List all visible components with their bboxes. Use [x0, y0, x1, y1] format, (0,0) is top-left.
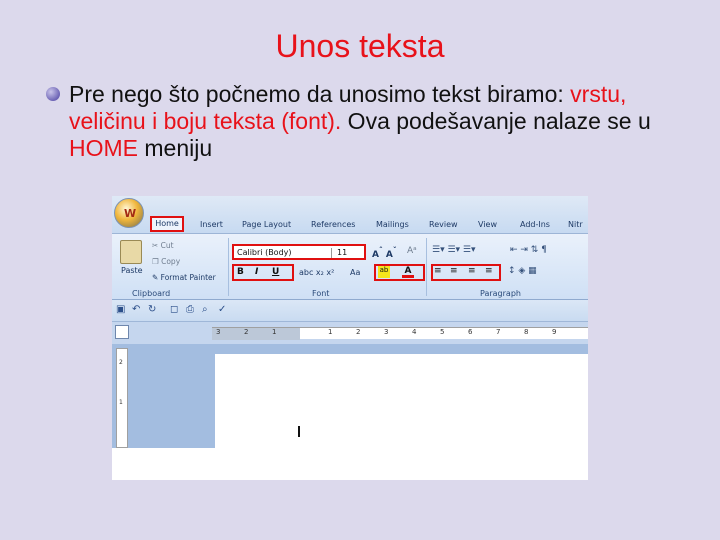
ruler-number: 1	[272, 328, 277, 336]
tab-add-ins[interactable]: Add-Ins	[520, 220, 550, 229]
bullet-part2: Ova podešavanje nalaze se u	[341, 108, 651, 134]
tab-mailings[interactable]: Mailings	[376, 220, 409, 229]
tab-view[interactable]: View	[478, 220, 497, 229]
bullet-highlight-home: HOME	[69, 135, 138, 161]
scissors-icon: ✂	[152, 241, 161, 250]
font-selector-box: Calibri (Body) 11	[232, 244, 366, 260]
clear-format-icon[interactable]: Aᵃ	[407, 246, 417, 256]
vruler-number: 1	[119, 399, 123, 406]
underline-button[interactable]: U	[272, 267, 279, 277]
bullet-text: Pre nego što počnemo da unosimo tekst bi…	[69, 81, 696, 162]
ruler-number: 6	[468, 328, 473, 336]
align-center-icon[interactable]: ≡	[450, 266, 458, 276]
copy-icon: ❐	[152, 257, 162, 266]
grow-font-icon[interactable]: Aˆ Aˇ	[372, 246, 397, 260]
ruler-number: 9	[552, 328, 557, 336]
tab-review[interactable]: Review	[429, 220, 458, 229]
align-left-icon[interactable]: ≡	[434, 266, 442, 276]
separator	[228, 238, 229, 296]
justify-icon[interactable]: ≡	[485, 266, 493, 276]
redo-icon[interactable]: ↻	[148, 304, 156, 315]
new-icon[interactable]: ◻	[170, 304, 178, 315]
text-cursor	[298, 426, 300, 437]
ruler-row: 3 2 1 1 2 3 4 5 6 7 8 9	[112, 322, 588, 344]
paste-icon[interactable]	[120, 240, 142, 264]
italic-button[interactable]: I	[255, 267, 258, 277]
ribbon-tab-bar: W Home Insert Page Layout References Mai…	[112, 196, 588, 234]
vruler-number: 2	[119, 359, 123, 366]
word-screenshot: W Home Insert Page Layout References Mai…	[112, 196, 588, 480]
font-name-dropdown[interactable]: Calibri (Body)	[236, 248, 332, 258]
slide-title: Unos teksta	[275, 28, 445, 64]
bullet-paragraph: Pre nego što počnemo da unosimo tekst bi…	[46, 81, 696, 162]
ruler-number: 3	[384, 328, 389, 336]
ruler-number: 7	[496, 328, 501, 336]
ruler-number: 1	[328, 328, 333, 336]
bullet-part1: Pre nego što počnemo da unosimo tekst bi…	[69, 81, 571, 107]
separator	[426, 238, 427, 296]
office-button[interactable]: W	[114, 198, 144, 228]
copy-button[interactable]: ❐ Copy	[152, 257, 180, 266]
print-icon[interactable]: ⎙	[186, 304, 194, 315]
font-color-icon[interactable]: A	[402, 266, 414, 278]
paste-button-label[interactable]: Paste	[121, 266, 143, 275]
ruler-number: 5	[440, 328, 445, 336]
change-case-icon[interactable]: Aa	[350, 268, 360, 277]
tab-home[interactable]: Home	[150, 216, 184, 232]
brush-icon: ✎	[152, 273, 161, 282]
document-page[interactable]	[215, 354, 588, 480]
tab-nitro[interactable]: Nitr	[568, 220, 583, 229]
bullet-part3: meniju	[138, 135, 213, 161]
cut-button[interactable]: ✂ Cut	[152, 241, 174, 250]
indent-icons[interactable]: ⇤ ⇥ ⇅ ¶	[510, 245, 547, 255]
line-spacing-shading-icons[interactable]: ↕ ◈ ▦	[508, 266, 537, 276]
format-painter-button[interactable]: ✎ Format Painter	[152, 273, 216, 282]
ruler-number: 2	[356, 328, 361, 336]
bullet-dot-icon	[46, 87, 60, 101]
office-logo-icon: W	[124, 207, 137, 220]
undo-icon[interactable]: ↶	[132, 304, 140, 315]
tab-page-layout[interactable]: Page Layout	[242, 220, 291, 229]
tab-selector-button[interactable]	[115, 325, 129, 339]
bold-button[interactable]: B	[237, 267, 244, 277]
highlight-color-icon[interactable]: ab	[378, 266, 390, 278]
save-icon[interactable]: ▣	[116, 304, 125, 315]
tab-references[interactable]: References	[311, 220, 355, 229]
ruler-number: 4	[412, 328, 417, 336]
bullets-icon[interactable]: ☰▾ ☰▾ ☰▾	[432, 245, 475, 255]
vertical-ruler[interactable]: 2 1	[116, 348, 128, 448]
ruler-margin	[212, 328, 300, 340]
tab-insert[interactable]: Insert	[200, 220, 223, 229]
spelling-icon[interactable]: ✓	[218, 304, 226, 315]
ruler-number: 2	[244, 328, 249, 336]
strikethrough-subscript-icons[interactable]: abc x₂ x²	[299, 268, 334, 277]
quick-access-toolbar: ▣ ↶ ↻ ◻ ⎙ ⌕ ✓	[112, 300, 588, 322]
horizontal-ruler[interactable]: 3 2 1 1 2 3 4 5 6 7 8 9	[212, 327, 588, 340]
ruler-number: 3	[216, 328, 221, 336]
preview-icon[interactable]: ⌕	[202, 304, 208, 315]
font-size-dropdown[interactable]: 11	[337, 248, 347, 258]
align-right-icon[interactable]: ≡	[468, 266, 476, 276]
ruler-number: 8	[524, 328, 529, 336]
